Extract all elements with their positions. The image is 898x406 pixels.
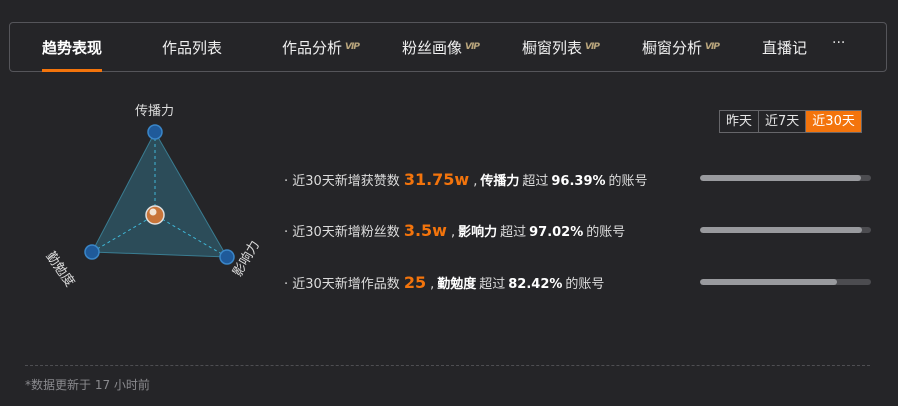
stat-dimension: 勤勉度 (437, 277, 477, 292)
more-tabs-button[interactable]: ··· (832, 35, 845, 51)
active-tab-indicator (42, 69, 103, 72)
progress-fill (700, 279, 837, 285)
vip-badge-icon: VIP (345, 42, 360, 52)
tab-works-list[interactable]: 作品列表 (162, 23, 222, 71)
stat-prefix: · 近30天新增作品数 (284, 277, 400, 292)
progress-bar-fans (700, 227, 871, 233)
stat-value: 3.5w (403, 221, 447, 240)
center-avatar (145, 205, 165, 225)
tab-label: 直播记 (762, 38, 808, 57)
tab-showcase-list[interactable]: 橱窗列表 VIP (522, 23, 600, 71)
tab-live-records[interactable]: 直播记 (762, 23, 807, 71)
tab-works-analysis[interactable]: 作品分析 VIP (282, 23, 360, 71)
period-7-days[interactable]: 近7天 (758, 111, 805, 132)
stat-suffix: 的账号 (565, 277, 605, 292)
period-30-days[interactable]: 近30天 (805, 111, 861, 132)
progress-fill (700, 227, 863, 233)
tab-showcase-analysis[interactable]: 橱窗分析 VIP (642, 23, 720, 71)
stat-exceed: 超过 (500, 225, 527, 240)
stat-likes: · 近30天新增获赞数 31.75w , 传播力 超过 96.39% 的账号 (284, 170, 648, 194)
stat-suffix: 的账号 (586, 225, 626, 240)
stat-percent: 96.39% (551, 174, 606, 189)
avatar-highlight (149, 208, 157, 216)
period-yesterday[interactable]: 昨天 (720, 111, 758, 132)
stat-works: · 近30天新增作品数 25 , 勤勉度 超过 82.42% 的账号 (284, 273, 604, 297)
divider (25, 365, 870, 366)
tab-label: 粉丝画像 (402, 38, 463, 57)
vip-badge-icon: VIP (705, 42, 720, 52)
stat-exceed: 超过 (522, 174, 549, 189)
vip-badge-icon: VIP (585, 42, 600, 52)
tab-trend[interactable]: 趋势表现 (42, 23, 103, 72)
stat-separator: , (450, 225, 456, 240)
stat-dimension: 影响力 (458, 225, 498, 240)
node-top (147, 124, 163, 140)
node-left (84, 244, 100, 260)
tab-label: 橱窗分析 (642, 38, 703, 57)
vip-badge-icon: VIP (465, 42, 480, 52)
progress-bar-works (700, 279, 871, 285)
tab-label: 橱窗列表 (522, 38, 583, 57)
stat-value: 25 (403, 273, 427, 292)
progress-fill (700, 175, 861, 181)
stat-percent: 97.02% (529, 225, 584, 240)
stat-fans: · 近30天新增粉丝数 3.5w , 影响力 超过 97.02% 的账号 (284, 221, 625, 245)
tab-fans-profile[interactable]: 粉丝画像 VIP (402, 23, 480, 71)
update-time-note: *数据更新于 17 小时前 (25, 378, 150, 392)
stat-prefix: · 近30天新增获赞数 (284, 174, 400, 189)
trend-panel: 趋势表现 作品列表 作品分析 VIP 粉丝画像 VIP 橱窗列表 VIP 橱窗分… (0, 0, 898, 406)
tab-bar: 趋势表现 作品列表 作品分析 VIP 粉丝画像 VIP 橱窗列表 VIP 橱窗分… (9, 22, 887, 72)
stat-dimension: 传播力 (480, 174, 520, 189)
tab-label: 趋势表现 (42, 38, 103, 57)
stat-suffix: 的账号 (608, 174, 648, 189)
period-selector: 昨天 近7天 近30天 (719, 110, 862, 133)
ability-triangle-chart: 传播力 勤勉度 影响力 (42, 95, 275, 295)
stat-separator: , (430, 277, 435, 292)
stat-percent: 82.42% (508, 277, 563, 292)
axis-label-spread: 传播力 (135, 104, 175, 119)
tab-label: 作品分析 (282, 38, 343, 57)
stat-exceed: 超过 (479, 277, 506, 292)
stat-value: 31.75w (403, 170, 470, 189)
stat-separator: , (473, 174, 478, 189)
progress-bar-likes (700, 175, 871, 181)
stat-prefix: · 近30天新增粉丝数 (284, 225, 400, 240)
tab-label: 作品列表 (162, 38, 223, 57)
triangle-area (91, 130, 228, 258)
